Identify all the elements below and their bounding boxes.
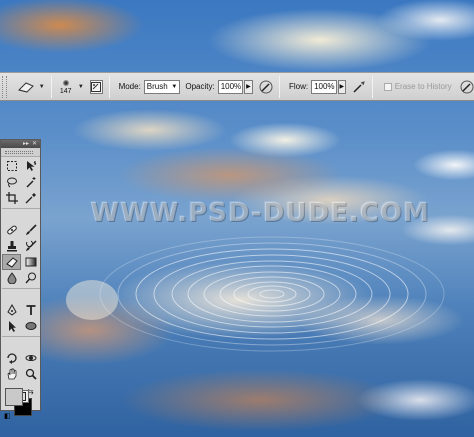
3d-rotate-icon[interactable] xyxy=(2,350,21,366)
tablet-pressure-opacity-button[interactable] xyxy=(259,79,273,95)
watermark-text: WWW.PSD-DUDE.COM xyxy=(90,198,430,228)
flow-label: Flow: xyxy=(288,82,309,91)
type-icon[interactable] xyxy=(21,302,40,318)
opacity-label: Opacity: xyxy=(185,82,215,91)
pen-icon[interactable] xyxy=(2,302,21,318)
erase-to-history-checkbox[interactable] xyxy=(384,82,392,91)
eyedropper-icon[interactable] xyxy=(21,190,40,206)
tool-options-bar: ▼ 147 ▼ Mode: Brush ▼ Opacity: 100% ▶ Fl… xyxy=(0,72,474,101)
divider xyxy=(2,206,40,209)
brush-panel-icon xyxy=(91,81,102,92)
chevron-down-icon: ▼ xyxy=(38,83,45,90)
tool-grid xyxy=(1,157,40,382)
mode-value: Brush xyxy=(146,82,168,91)
zoom-icon[interactable] xyxy=(21,366,40,382)
flow-field[interactable]: 100% xyxy=(311,79,337,94)
tablet-pressure-size-button[interactable] xyxy=(460,79,474,95)
mode-select[interactable]: Brush ▼ xyxy=(143,79,181,94)
tools-panel: ▸▸ ✕ ⇆ ◧ xyxy=(0,139,41,420)
divider xyxy=(372,75,374,98)
opacity-slider-button[interactable]: ▶ xyxy=(244,79,253,94)
brush-size-label: 147 xyxy=(59,87,72,95)
tool-preset-picker[interactable]: ▼ xyxy=(15,76,45,98)
airbrush-icon xyxy=(353,80,365,93)
spot-healing-brush-icon[interactable] xyxy=(2,222,21,238)
blur-icon[interactable] xyxy=(2,270,21,286)
pressure-pen-icon xyxy=(460,80,474,93)
divider xyxy=(108,75,110,98)
ellipse-shape-icon[interactable] xyxy=(21,318,40,334)
divider xyxy=(2,286,40,289)
tools-panel-grip[interactable] xyxy=(1,148,40,157)
history-brush-icon[interactable] xyxy=(21,238,40,254)
move-icon[interactable] xyxy=(21,158,40,174)
document-canvas[interactable]: WWW.PSD-DUDE.COM xyxy=(0,0,474,437)
options-bar-grip[interactable] xyxy=(2,75,7,98)
airbrush-button[interactable] xyxy=(352,79,366,95)
3d-orbit-icon[interactable] xyxy=(21,350,40,366)
crop-icon[interactable] xyxy=(2,190,21,206)
brush-tip-icon xyxy=(62,79,69,86)
brush-preset-picker[interactable]: 147 xyxy=(58,79,74,95)
pressure-pen-icon xyxy=(259,80,273,93)
divider xyxy=(50,75,52,98)
brush-panel-toggle-button[interactable] xyxy=(89,79,103,94)
color-swatches: ⇆ ◧ xyxy=(1,384,40,424)
divider xyxy=(278,75,280,98)
chevron-down-icon[interactable]: ▼ xyxy=(78,84,84,90)
mode-label: Mode: xyxy=(118,82,141,91)
flow-slider-button[interactable]: ▶ xyxy=(337,79,346,94)
path-selection-icon[interactable] xyxy=(2,318,21,334)
divider xyxy=(2,334,40,337)
chevron-down-icon: ▼ xyxy=(171,83,178,90)
opacity-field[interactable]: 100% xyxy=(217,79,244,94)
foreground-color-swatch[interactable] xyxy=(5,388,23,406)
close-icon[interactable]: ✕ xyxy=(32,141,37,147)
tools-panel-header[interactable]: ▸▸ ✕ xyxy=(1,140,40,148)
expand-arrows-icon[interactable]: ▸▸ xyxy=(23,141,29,147)
magic-wand-icon[interactable] xyxy=(21,174,40,190)
brush-icon[interactable] xyxy=(21,222,40,238)
gradient-icon[interactable] xyxy=(21,254,40,270)
eraser-icon[interactable] xyxy=(2,254,21,270)
hand-icon[interactable] xyxy=(2,366,21,382)
lasso-icon[interactable] xyxy=(2,174,21,190)
default-colors-icon[interactable]: ◧ xyxy=(4,412,11,420)
erase-to-history-label: Erase to History xyxy=(394,82,452,91)
dodge-icon[interactable] xyxy=(21,270,40,286)
rectangular-marquee-icon[interactable] xyxy=(2,158,21,174)
clone-stamp-icon[interactable] xyxy=(2,238,21,254)
eraser-icon xyxy=(15,79,37,95)
